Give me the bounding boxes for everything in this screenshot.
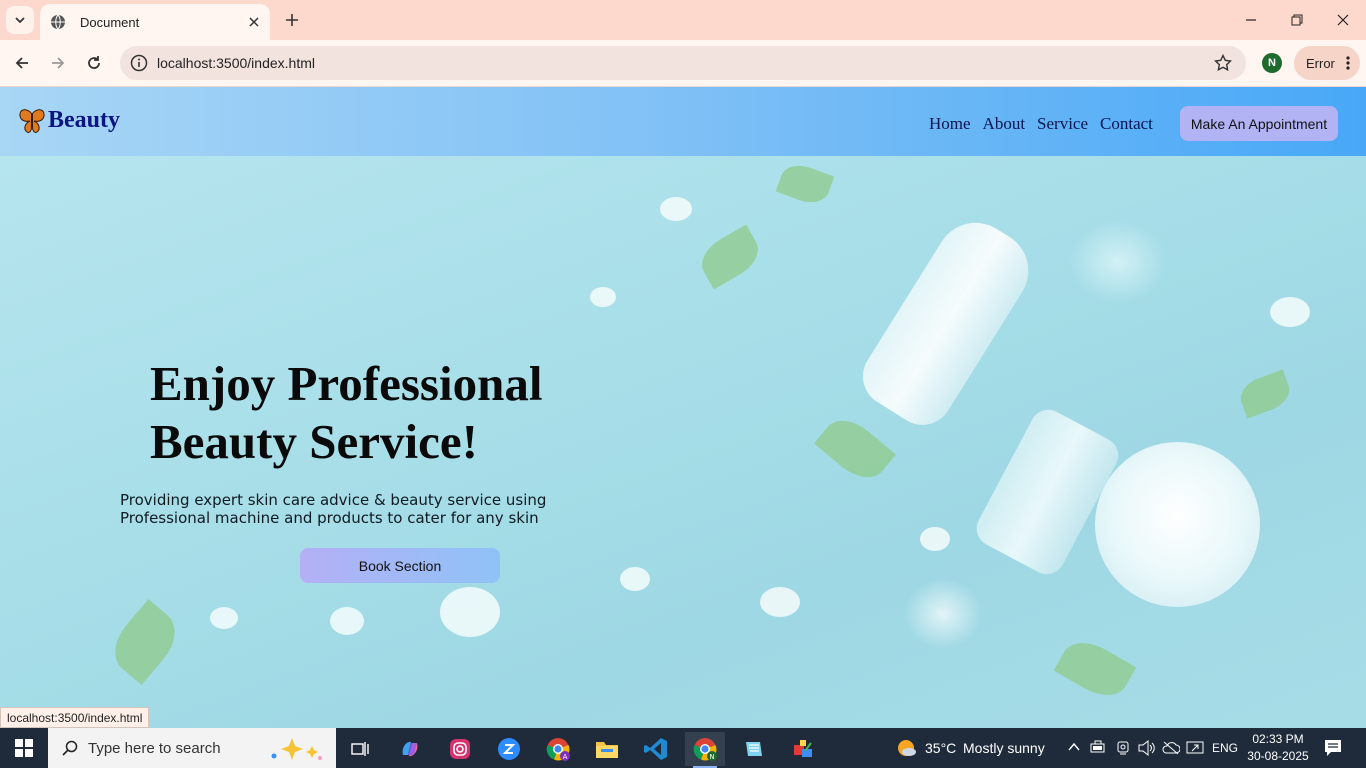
volume-icon[interactable] [1138, 740, 1156, 756]
sparkle-icon [271, 738, 322, 760]
reload-icon [88, 56, 100, 69]
hero-title-line1: Enjoy Professional [150, 356, 543, 411]
copilot-icon [402, 741, 418, 757]
web-page: Beauty Home About Service Contact Make A… [0, 87, 1366, 728]
browser-toolbar: localhost:3500/index.html N Error [0, 40, 1366, 87]
book-section-button[interactable]: Book Section [300, 548, 500, 583]
forward-button[interactable] [44, 49, 72, 77]
nav-service[interactable]: Service [1037, 114, 1088, 134]
address-bar[interactable]: localhost:3500/index.html [120, 46, 1246, 80]
paint-app-button[interactable] [783, 732, 823, 766]
chrome-profile-a-button[interactable]: A [538, 732, 578, 766]
network-icon[interactable] [1186, 740, 1204, 756]
arrow-left-icon [15, 57, 28, 69]
butterfly-icon [19, 108, 45, 133]
close-window-button[interactable] [1320, 0, 1366, 40]
battery-icon[interactable] [1090, 740, 1106, 754]
weather-text: Mostly sunny [963, 740, 1045, 756]
make-appointment-button[interactable]: Make An Appointment [1180, 106, 1338, 141]
notification-icon[interactable] [1324, 739, 1342, 757]
vscode-icon [644, 738, 667, 760]
minimize-icon [1246, 19, 1256, 21]
tab-search-button[interactable] [6, 6, 34, 34]
main-nav: Home About Service Contact [929, 114, 1153, 134]
weather-sun-icon [898, 740, 916, 756]
zoom-icon [498, 738, 520, 760]
paint-icon [794, 740, 812, 757]
instagram-button[interactable] [440, 732, 480, 766]
minimize-button[interactable] [1228, 0, 1274, 40]
taskbar-search[interactable]: Type here to search [48, 728, 336, 768]
notepad-icon [746, 742, 762, 756]
search-icon [62, 740, 78, 756]
chevron-down-icon [15, 17, 25, 24]
instagram-icon [450, 739, 470, 759]
site-logo[interactable]: Beauty [18, 107, 120, 134]
task-view-icon [351, 742, 369, 756]
language-indicator[interactable]: ENG [1212, 741, 1238, 755]
task-view-button[interactable] [340, 732, 380, 766]
close-icon [1337, 14, 1349, 26]
windows-icon [15, 739, 33, 757]
profile-avatar[interactable]: N [1262, 53, 1282, 73]
zoom-button[interactable] [489, 732, 529, 766]
webcam-icon[interactable] [1115, 740, 1131, 756]
file-explorer-button[interactable] [587, 732, 627, 766]
search-placeholder: Type here to search [88, 739, 221, 757]
error-label: Error [1306, 55, 1335, 71]
vscode-button[interactable] [636, 732, 676, 766]
tab-title: Document [80, 14, 140, 30]
system-clock[interactable]: 02:33 PM 30-08-2025 [1243, 731, 1313, 765]
site-header: Beauty Home About Service Contact Make A… [0, 87, 1366, 156]
site-info-icon[interactable] [130, 54, 148, 72]
reload-button[interactable] [80, 49, 108, 77]
new-tab-button[interactable] [280, 8, 304, 32]
more-vert-icon [1346, 56, 1350, 70]
svg-text:A: A [563, 753, 568, 761]
start-button[interactable] [0, 728, 48, 768]
restore-button[interactable] [1274, 0, 1320, 40]
error-menu-button[interactable]: Error [1294, 46, 1360, 80]
svg-text:N: N [709, 753, 714, 761]
hero-subtitle: Providing expert skin care advice & beau… [120, 491, 547, 527]
cloud-offline-icon[interactable] [1162, 740, 1180, 756]
link-status-bubble: localhost:3500/index.html [0, 707, 150, 728]
hero-title: Enjoy Professional Beauty Service! [150, 355, 542, 471]
nav-home[interactable]: Home [929, 114, 971, 134]
chrome-icon: N [693, 738, 717, 761]
bookmark-star-icon[interactable] [1214, 54, 1232, 72]
chrome-icon: A [546, 738, 570, 761]
arrow-right-icon [52, 57, 65, 69]
globe-icon [51, 14, 65, 30]
hero-title-line2: Beauty Service! [150, 414, 478, 469]
browser-tab[interactable]: Document [40, 4, 270, 40]
windows-taskbar: Type here to search A N 35°C Mostly sunn… [0, 728, 1366, 768]
app-button[interactable] [734, 732, 774, 766]
close-tab-icon[interactable] [242, 10, 266, 34]
restore-icon [1291, 14, 1303, 26]
logo-text: Beauty [48, 107, 120, 133]
chrome-profile-n-button[interactable]: N [685, 732, 725, 768]
plus-icon [286, 14, 298, 26]
chevron-up-icon[interactable] [1068, 742, 1080, 752]
nav-about[interactable]: About [983, 114, 1026, 134]
clock-time: 02:33 PM [1252, 732, 1304, 746]
folder-icon [596, 742, 618, 758]
copilot-button[interactable] [390, 732, 430, 766]
browser-tab-bar: Document [0, 0, 1366, 40]
url-text[interactable]: localhost:3500/index.html [157, 55, 315, 71]
nav-contact[interactable]: Contact [1100, 114, 1153, 134]
clock-date: 30-08-2025 [1247, 749, 1309, 763]
back-button[interactable] [8, 49, 36, 77]
weather-temp: 35°C [925, 740, 957, 756]
